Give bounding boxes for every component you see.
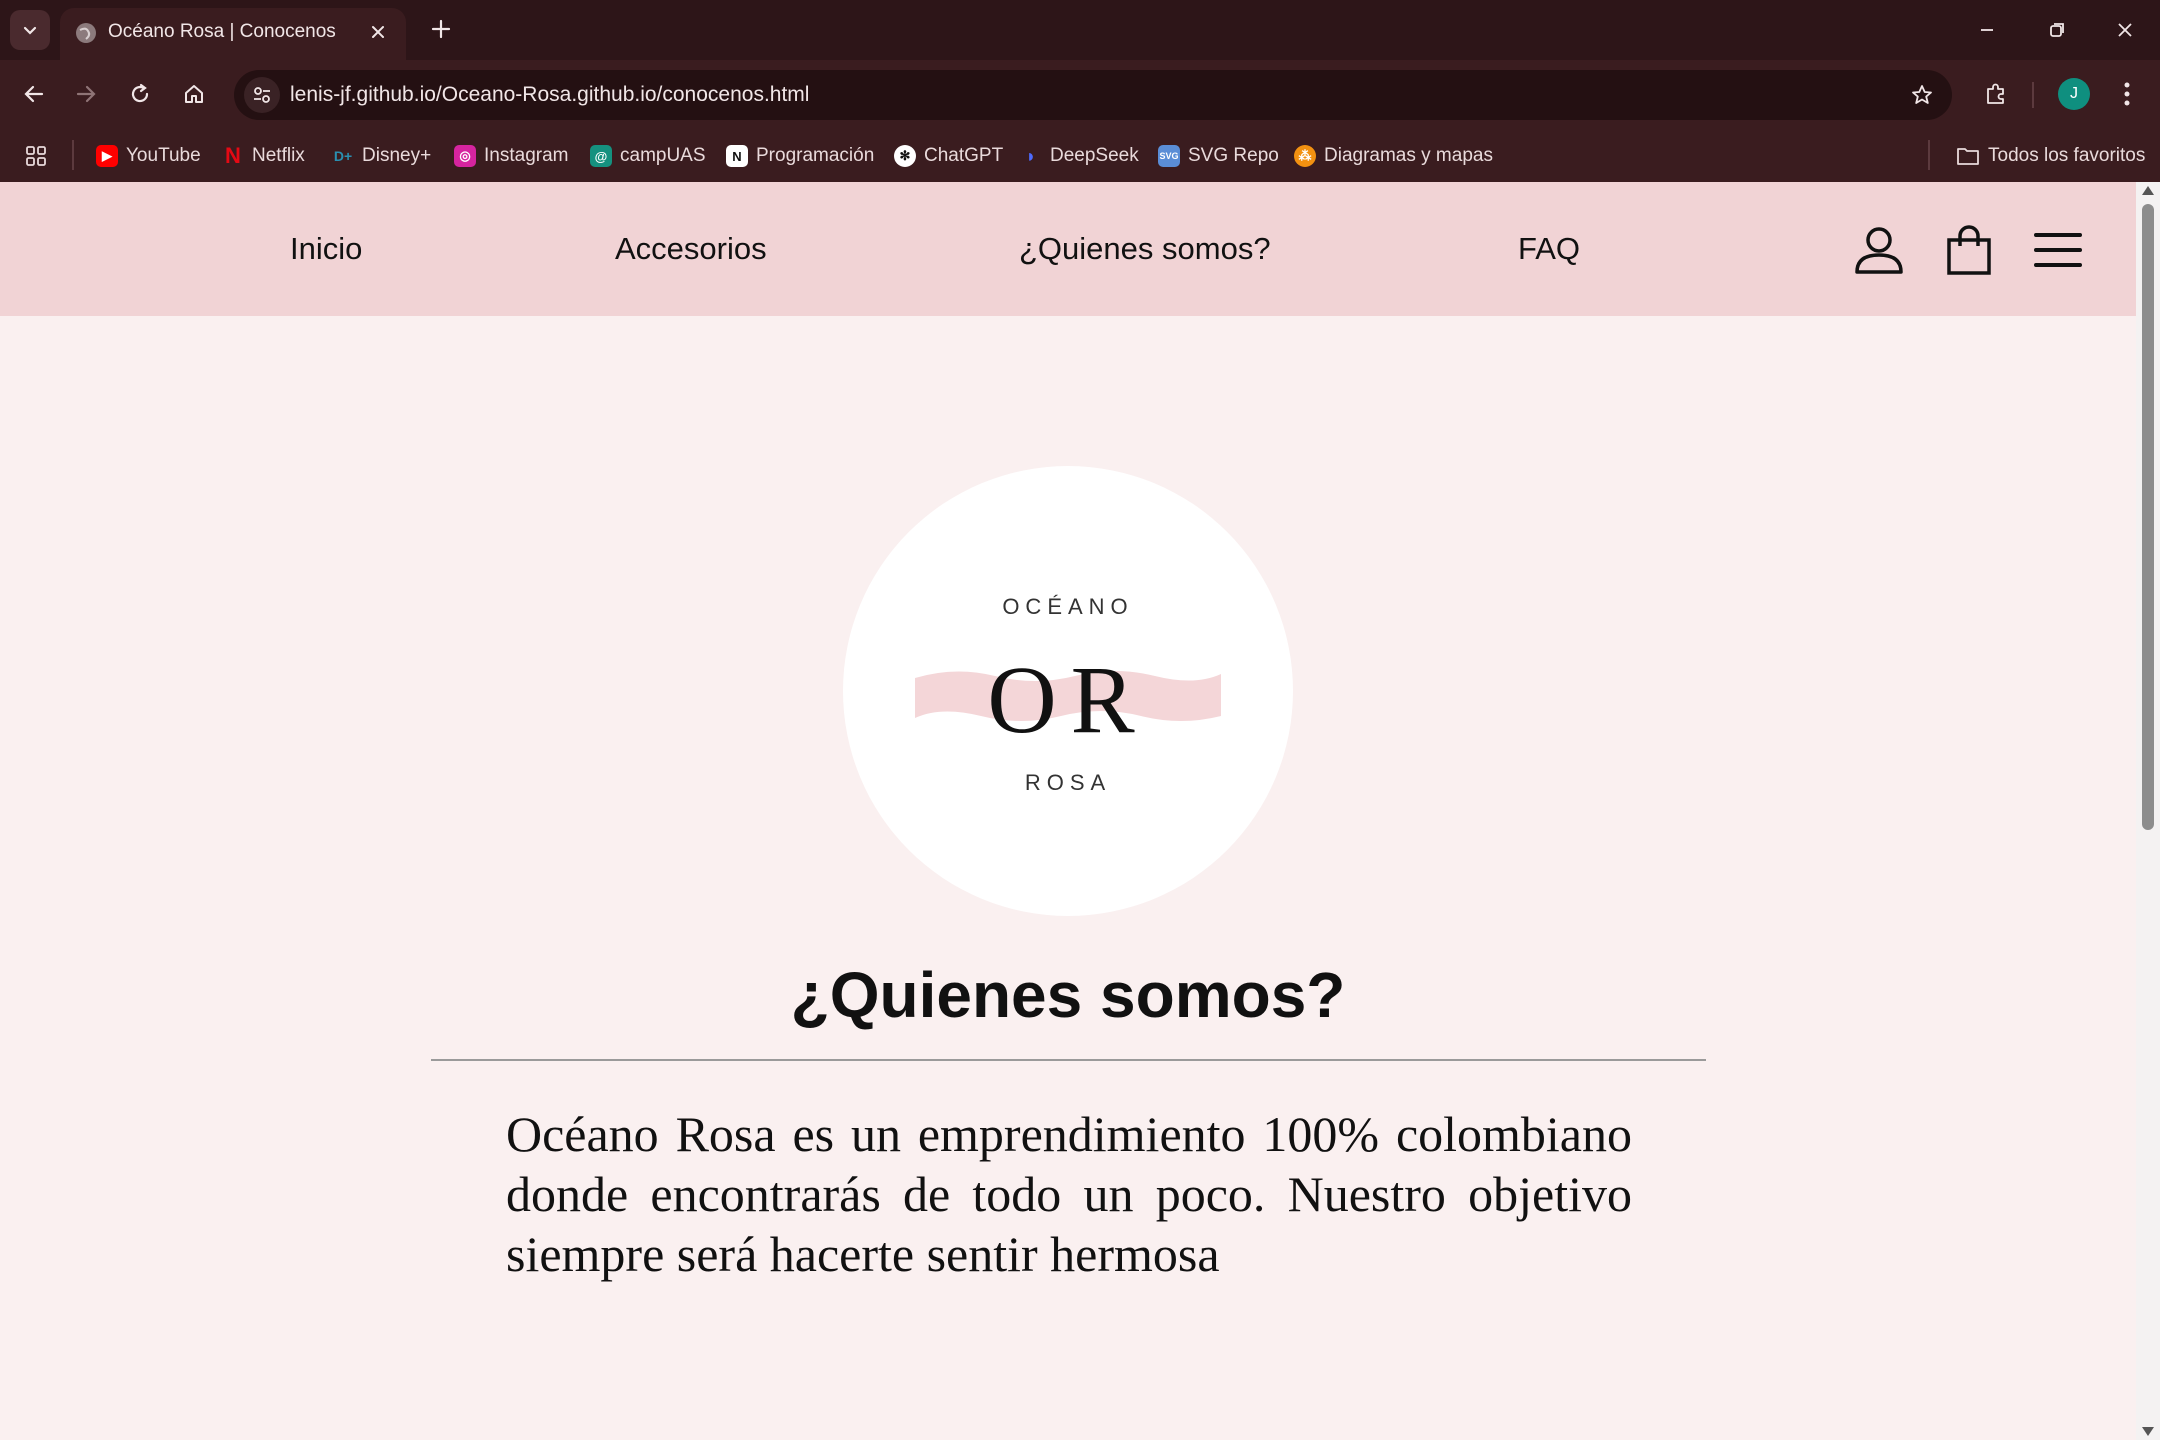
- bookmark-disney[interactable]: D+ Disney+: [332, 140, 431, 172]
- bookmark-label: campUAS: [620, 145, 706, 166]
- shopping-bag-icon: [1947, 225, 1991, 275]
- restore-button[interactable]: [2032, 10, 2082, 50]
- tab-strip: Océano Rosa | Conocenos: [0, 0, 2160, 60]
- close-icon: [372, 26, 384, 38]
- netflix-icon: N: [225, 143, 241, 168]
- cart-button[interactable]: [1941, 222, 1997, 278]
- tab-search-button[interactable]: [10, 10, 50, 50]
- bookmark-campuas[interactable]: @ campUAS: [590, 140, 706, 172]
- account-button[interactable]: [1851, 222, 1907, 278]
- bookmark-label: Disney+: [362, 145, 432, 166]
- address-bar[interactable]: lenis-jf.github.io/Oceano-Rosa.github.io…: [234, 70, 1952, 120]
- plus-icon: [431, 19, 451, 39]
- new-tab-button[interactable]: [424, 12, 458, 46]
- notion-icon: N: [726, 145, 748, 167]
- bookmark-label: YouTube: [126, 145, 201, 166]
- heading-divider: [431, 1059, 1706, 1061]
- site-navbar: Inicio Accesorios ¿Quienes somos? FAQ: [0, 182, 2136, 316]
- restore-icon: [2050, 23, 2064, 37]
- forward-button[interactable]: [66, 74, 106, 114]
- folder-icon: [1957, 148, 1979, 165]
- nav-link-inicio[interactable]: Inicio: [290, 231, 362, 267]
- browser-menu-button[interactable]: [2112, 74, 2142, 114]
- svg-repo-icon: SVG: [1158, 145, 1180, 167]
- close-icon: [2118, 23, 2132, 37]
- minimize-icon: [1981, 29, 1993, 31]
- active-tab[interactable]: Océano Rosa | Conocenos: [60, 8, 406, 60]
- minimize-button[interactable]: [1962, 10, 2012, 50]
- brand-logo: OCÉANO OR ROSA: [843, 466, 1293, 916]
- bookmark-label: SVG Repo: [1188, 145, 1279, 166]
- reload-button[interactable]: [120, 74, 160, 114]
- diagrams-icon: ⁂: [1294, 145, 1316, 167]
- bookmark-diagramas[interactable]: ⁂ Diagramas y mapas: [1294, 140, 1493, 172]
- page-heading: ¿Quienes somos?: [790, 959, 1346, 1031]
- tab-title: Océano Rosa | Conocenos: [108, 21, 336, 42]
- hamburger-menu-icon: [2034, 233, 2082, 267]
- globe-icon: [76, 23, 96, 43]
- disney-plus-icon: D+: [333, 148, 353, 164]
- bookmark-label: DeepSeek: [1050, 145, 1139, 166]
- arrow-left-icon: [24, 85, 44, 103]
- chevron-down-icon: [23, 26, 37, 35]
- apps-button[interactable]: [24, 140, 48, 172]
- home-icon: [185, 85, 203, 103]
- bookmark-svg-repo[interactable]: SVG SVG Repo: [1158, 140, 1279, 172]
- scroll-down-arrow-icon[interactable]: [2142, 1427, 2154, 1436]
- more-vertical-icon: [2124, 82, 2130, 106]
- home-button[interactable]: [174, 74, 214, 114]
- reload-icon: [131, 83, 149, 103]
- bookmark-label: ChatGPT: [924, 145, 1004, 166]
- bookmark-label: Programación: [756, 145, 875, 166]
- youtube-icon: ▶: [96, 145, 118, 167]
- bookmark-label: Instagram: [484, 145, 569, 166]
- logo-monogram: OR: [987, 646, 1149, 753]
- browser-toolbar: lenis-jf.github.io/Oceano-Rosa.github.io…: [0, 60, 2160, 130]
- bookmarks-bar: ▶ YouTube N Netflix D+ Disney+ ◎ Instagr…: [0, 130, 2160, 182]
- back-button[interactable]: [14, 74, 54, 114]
- tab-close-button[interactable]: [364, 18, 392, 46]
- bookmark-label: Netflix: [252, 145, 305, 166]
- chatgpt-icon: ✻: [894, 145, 916, 167]
- page-scrollbar[interactable]: [2136, 182, 2160, 1440]
- user-icon: [1855, 227, 1903, 274]
- bookmark-star-button[interactable]: [1906, 79, 1938, 111]
- menu-button[interactable]: [2030, 222, 2086, 278]
- scroll-up-arrow-icon[interactable]: [2142, 186, 2154, 195]
- nav-link-faq[interactable]: FAQ: [1518, 231, 1580, 267]
- all-bookmarks-folder[interactable]: Todos los favoritos: [1956, 140, 2145, 172]
- extensions-button[interactable]: [1976, 74, 2016, 114]
- bookmark-deepseek[interactable]: ◗ DeepSeek: [1020, 140, 1139, 172]
- browser-chrome: Océano Rosa | Conocenos lenis-jf.github.…: [0, 0, 2160, 182]
- puzzle-icon: [1987, 83, 2004, 104]
- bookmark-chatgpt[interactable]: ✻ ChatGPT: [894, 140, 1003, 172]
- site-info-button[interactable]: [244, 77, 280, 113]
- arrow-right-icon: [76, 85, 96, 103]
- profile-avatar[interactable]: J: [2058, 78, 2090, 110]
- apps-grid-icon: [26, 146, 46, 166]
- about-paragraph: Océano Rosa es un emprendimiento 100% co…: [506, 1106, 1632, 1282]
- bookmark-programacion[interactable]: N Programación: [726, 140, 874, 172]
- nav-link-quienes-somos[interactable]: ¿Quienes somos?: [1019, 231, 1271, 267]
- star-icon: [1912, 85, 1932, 104]
- instagram-icon: ◎: [454, 145, 476, 167]
- nav-link-accesorios[interactable]: Accesorios: [615, 231, 767, 267]
- all-bookmarks-label: Todos los favoritos: [1988, 145, 2146, 166]
- bookmarks-separator: [1928, 140, 1930, 170]
- tune-icon: [254, 87, 270, 103]
- logo-bottom-text: ROSA: [1024, 770, 1112, 795]
- bookmark-instagram[interactable]: ◎ Instagram: [454, 140, 568, 172]
- bookmark-youtube[interactable]: ▶ YouTube: [96, 140, 201, 172]
- bookmark-label: Diagramas y mapas: [1324, 145, 1493, 166]
- scrollbar-thumb[interactable]: [2142, 204, 2154, 830]
- url-text[interactable]: lenis-jf.github.io/Oceano-Rosa.github.io…: [290, 83, 809, 107]
- deepseek-icon: ◗: [1025, 145, 1037, 166]
- logo-top-text: OCÉANO: [1002, 594, 1134, 619]
- bookmarks-separator: [72, 140, 74, 170]
- campuas-icon: @: [590, 145, 612, 167]
- close-window-button[interactable]: [2100, 10, 2150, 50]
- bookmark-netflix[interactable]: N Netflix: [222, 140, 305, 172]
- toolbar-separator: [2032, 82, 2034, 108]
